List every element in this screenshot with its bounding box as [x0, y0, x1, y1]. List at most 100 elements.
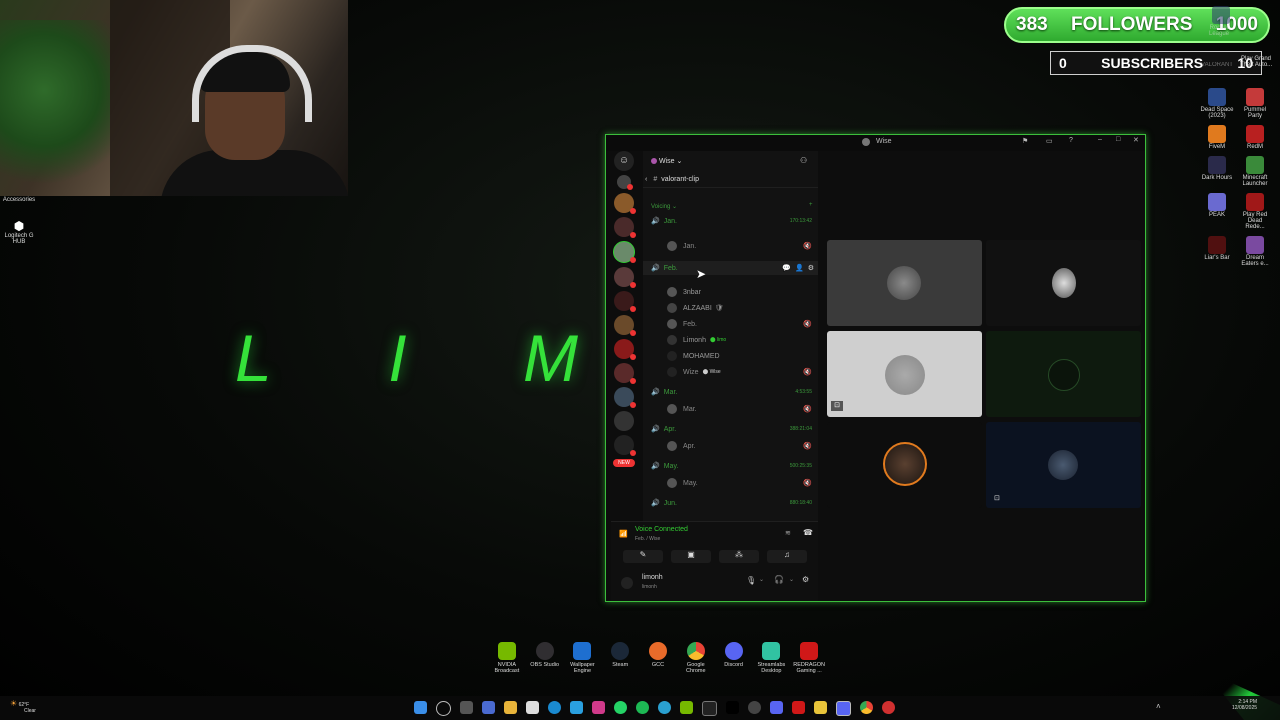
instagram-icon[interactable] — [592, 701, 605, 714]
desktop-icon-fivem[interactable]: FiveM — [1200, 125, 1234, 150]
server-icon[interactable] — [614, 291, 636, 312]
weather-widget[interactable]: ☀ 62°F Clear — [10, 699, 36, 714]
voice-location[interactable]: Feb. / Wise — [635, 536, 660, 542]
desktop-icon-redm[interactable]: RedM — [1238, 125, 1272, 150]
camera-button[interactable]: ✎ — [623, 550, 663, 563]
chevron-down-icon[interactable]: ⌄ — [789, 576, 794, 583]
desktop-icon-streamlabs[interactable]: Streamlabs Desktop — [752, 642, 790, 674]
disconnect-icon[interactable]: ☎ — [803, 528, 813, 537]
server-icon[interactable] — [614, 387, 636, 408]
desktop-icon-dark-hours[interactable]: Dark Hours — [1200, 156, 1234, 187]
microphone-icon[interactable]: 🎙 — [746, 576, 756, 585]
clock[interactable]: 2:14 PM 12/08/2025 — [1232, 699, 1257, 711]
channel-member[interactable]: MOHAMED — [643, 349, 818, 363]
app-icon[interactable] — [702, 701, 717, 716]
add-channel-icon[interactable]: + — [809, 202, 813, 208]
server-icon[interactable] — [614, 363, 636, 384]
channel-member[interactable]: ALZAABI 🛡 — [643, 301, 818, 315]
whatsapp-icon[interactable] — [614, 701, 627, 714]
pin-icon[interactable]: ⚑ — [1022, 137, 1028, 145]
voice-channel-apr[interactable]: 🔊 Apr. 388:21:04 — [643, 422, 818, 436]
activities-button[interactable]: ⁂ — [719, 550, 759, 563]
server-icon[interactable] — [617, 175, 633, 190]
server-icon[interactable] — [614, 339, 636, 360]
app-icon[interactable] — [792, 701, 805, 714]
voice-channel-jun[interactable]: 🔊 Jun. 880:18:40 — [643, 496, 818, 510]
desktop-icon-steam[interactable]: Steam — [601, 642, 639, 674]
desktop-icon-rocket-league[interactable]: Rocket League — [1204, 6, 1234, 37]
desktop-icon-gta[interactable]: Play Grand Theft Auto... — [1238, 56, 1274, 68]
spotify-icon[interactable] — [636, 701, 649, 714]
app-icon[interactable] — [814, 701, 827, 714]
video-tile[interactable] — [827, 422, 982, 508]
task-view-icon[interactable] — [460, 701, 473, 714]
channel-member[interactable]: Jan. 🔇 — [643, 239, 818, 253]
app-icon[interactable] — [570, 701, 583, 714]
app-icon[interactable] — [482, 701, 495, 714]
close-icon[interactable]: ✕ — [1133, 136, 1139, 144]
app-icon[interactable] — [882, 701, 895, 714]
desktop-icon-red-dead[interactable]: Play Red Dead Rede... — [1238, 193, 1272, 230]
desktop-icon-obs[interactable]: OBS Studio — [526, 642, 564, 674]
server-icon[interactable] — [614, 435, 636, 456]
channel-member[interactable]: Mar. 🔇 — [643, 402, 818, 416]
server-icon[interactable] — [613, 241, 636, 263]
desktop-icon-nvidia-broadcast[interactable]: NVIDIA Broadcast — [488, 642, 526, 674]
video-tile[interactable]: ⊡ — [827, 331, 982, 417]
video-tile[interactable] — [986, 331, 1141, 417]
desktop-icon-logitech[interactable]: ⬢ Logitech G HUB — [2, 220, 36, 245]
desktop-icon-valorant[interactable]: VALORANT — [1200, 62, 1234, 68]
app-icon[interactable] — [726, 701, 739, 714]
chevron-down-icon[interactable]: ⌄ — [759, 576, 764, 583]
server-icon[interactable] — [614, 315, 636, 336]
app-icon[interactable] — [526, 701, 539, 714]
channel-header[interactable]: ‹ # valorant-clip — [643, 171, 818, 188]
help-icon[interactable]: ? — [1069, 137, 1073, 144]
voice-status[interactable]: Voice Connected — [635, 526, 688, 533]
desktop-icon-dead-space[interactable]: Dead Space (2023) — [1200, 88, 1234, 119]
desktop-icon-wallpaper-engine[interactable]: Wallpaper Engine — [564, 642, 602, 674]
video-tile[interactable] — [986, 240, 1141, 326]
gear-icon[interactable]: ⚙ — [808, 264, 814, 272]
edge-icon[interactable] — [548, 701, 561, 714]
telegram-icon[interactable] — [658, 701, 671, 714]
desktop-icon-accessories[interactable]: Accessories — [2, 197, 36, 203]
headphones-icon[interactable]: 🎧 — [774, 575, 784, 584]
inbox-icon[interactable]: ▭ — [1046, 137, 1053, 145]
chat-icon[interactable]: 💬 — [782, 264, 791, 272]
screen-share-button[interactable]: ▣ — [671, 550, 711, 563]
desktop-icon-peak[interactable]: PEAK — [1200, 193, 1234, 230]
gear-icon[interactable]: ⚙ — [802, 575, 809, 584]
discord-icon[interactable] — [836, 701, 851, 716]
voice-channel-feb[interactable]: 🔊 Feb. 💬 👤 ⚙ — [643, 261, 818, 275]
avatar[interactable] — [621, 577, 633, 589]
nvidia-icon[interactable] — [680, 701, 693, 714]
video-tile[interactable]: ⊡ — [986, 422, 1141, 508]
desktop-icon-redragon[interactable]: REDRAGON Gaming ... — [790, 642, 828, 674]
voice-channel-mar[interactable]: 🔊 Mar. 4:53:55 — [643, 385, 818, 399]
channel-member[interactable]: 3nbar — [643, 285, 818, 299]
desktop-icon-dream-eaters[interactable]: Dream Eaters e... — [1238, 236, 1272, 267]
server-icon[interactable] — [614, 411, 634, 431]
channel-member[interactable]: Limonh ⬤ limo — [643, 333, 818, 347]
voice-channel-jan[interactable]: 🔊 Jan. 170:13:42 — [643, 214, 818, 228]
app-icon[interactable] — [748, 701, 761, 714]
channel-member[interactable]: Feb. 🔇 — [643, 317, 818, 331]
add-friend-icon[interactable]: ⚇ — [800, 156, 807, 165]
server-icon[interactable] — [614, 267, 636, 288]
desktop-icon-pummel-party[interactable]: Pummel Party — [1238, 88, 1272, 119]
channel-member[interactable]: Apr. 🔇 — [643, 439, 818, 453]
chevron-up-icon[interactable]: ˄ — [1156, 702, 1161, 711]
start-icon[interactable] — [414, 701, 427, 714]
server-icon[interactable] — [614, 193, 636, 214]
channel-member[interactable]: Wize ⬤ Wise 🔇 — [643, 365, 818, 379]
file-explorer-icon[interactable] — [504, 701, 517, 714]
search-icon[interactable] — [436, 701, 451, 716]
user-name[interactable]: limonh — [642, 574, 663, 581]
desktop-icon-chrome[interactable]: Google Chrome — [677, 642, 715, 674]
voice-channel-may[interactable]: 🔊 May. 500:25:35 — [643, 459, 818, 473]
discord-icon[interactable] — [770, 701, 783, 714]
channel-member[interactable]: May. 🔇 — [643, 476, 818, 490]
server-icon[interactable] — [614, 217, 636, 238]
soundboard-button[interactable]: ♫ — [767, 550, 807, 563]
